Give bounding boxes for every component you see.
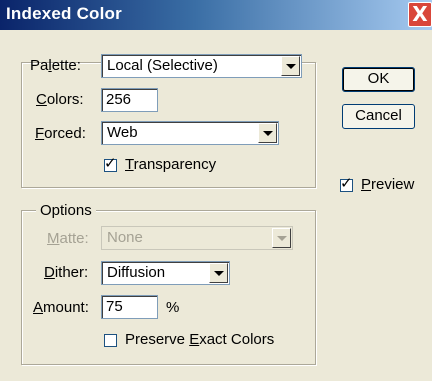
dither-select-value: Diffusion: [107, 264, 166, 281]
palette-select[interactable]: Local (Selective): [101, 54, 302, 78]
preview-checkbox[interactable]: ✓: [340, 175, 353, 192]
ok-button[interactable]: OK: [342, 67, 415, 92]
chevron-down-icon: [214, 271, 224, 276]
matte-select-value: None: [107, 229, 143, 246]
preview-label[interactable]: Preview: [361, 176, 414, 193]
matte-label: Matte:: [47, 230, 89, 247]
checkmark-icon: ✓: [340, 175, 353, 192]
forced-select[interactable]: Web: [101, 121, 279, 145]
options-legend: Options: [36, 202, 96, 219]
title-bar[interactable]: Indexed Color X: [0, 0, 432, 30]
colors-label: Colors:: [36, 91, 84, 108]
preserve-exact-colors-checkbox[interactable]: [104, 334, 117, 347]
cancel-button[interactable]: Cancel: [342, 104, 415, 129]
preserve-exact-colors-label[interactable]: Preserve Exact Colors: [125, 331, 274, 348]
amount-label: Amount:: [33, 299, 89, 316]
close-icon: X: [412, 2, 428, 26]
chevron-down-icon: [277, 236, 287, 241]
colors-input[interactable]: 256: [101, 88, 158, 112]
amount-unit: %: [166, 299, 180, 316]
close-button[interactable]: X: [408, 2, 432, 27]
indexed-color-dialog: Indexed Color X Palette: Local (Selectiv…: [0, 0, 432, 381]
transparency-checkbox[interactable]: ✓: [104, 155, 117, 172]
dither-select[interactable]: Diffusion: [101, 261, 230, 285]
forced-dropdown-button[interactable]: [258, 123, 277, 143]
dither-dropdown-button[interactable]: [209, 263, 228, 283]
dither-label: Dither:: [44, 264, 89, 281]
matte-select: None: [101, 226, 293, 250]
chevron-down-icon: [286, 64, 296, 69]
forced-label: Forced:: [35, 125, 86, 142]
chevron-down-icon: [263, 131, 273, 136]
palette-dropdown-button[interactable]: [281, 56, 300, 76]
dialog-title: Indexed Color: [6, 4, 122, 23]
transparency-label[interactable]: Transparency: [125, 156, 216, 173]
palette-label: Palette:: [30, 57, 81, 74]
checkmark-icon: ✓: [104, 155, 117, 172]
palette-select-value: Local (Selective): [107, 57, 218, 74]
forced-select-value: Web: [107, 124, 138, 141]
amount-input[interactable]: 75: [101, 295, 158, 319]
matte-dropdown-button: [272, 228, 291, 248]
